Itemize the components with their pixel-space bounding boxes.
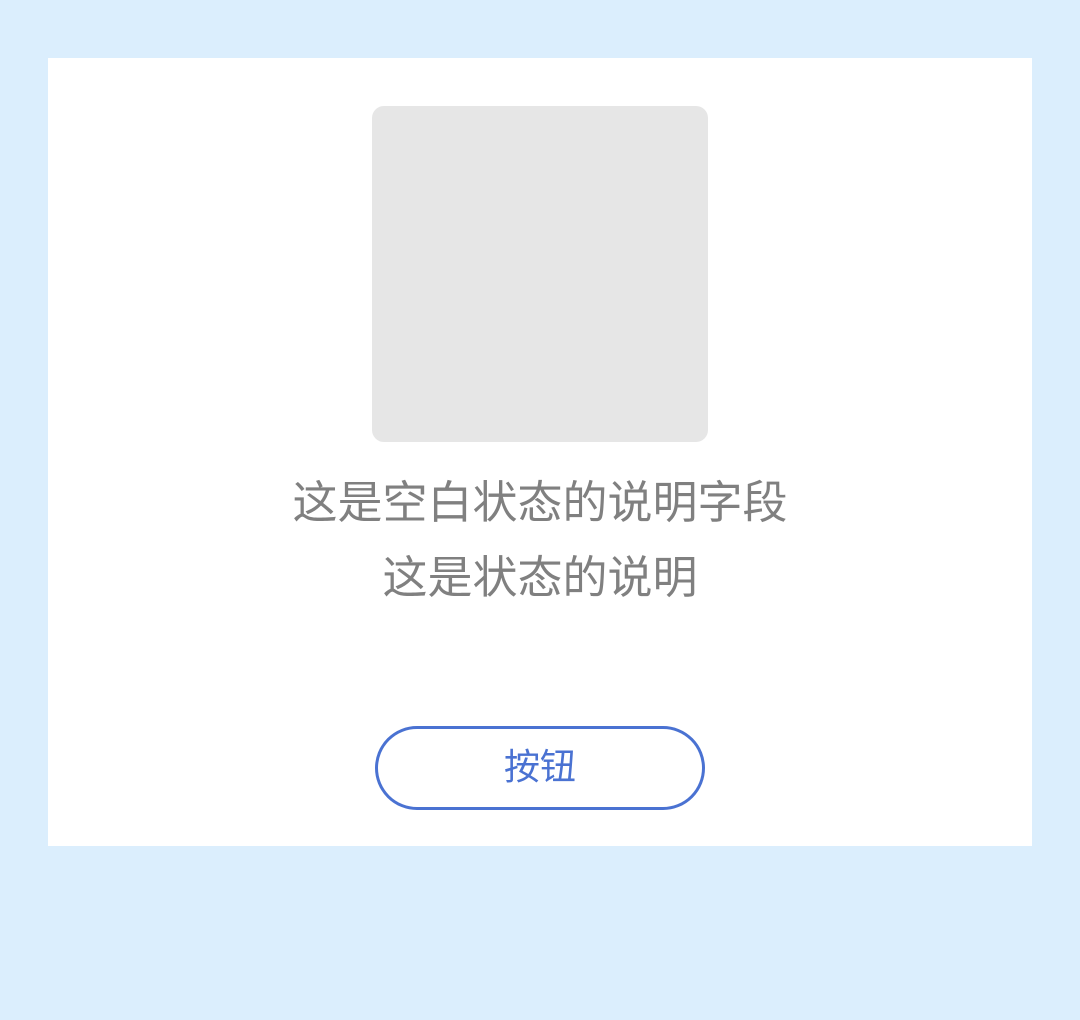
empty-state-description-line-2: 这是状态的说明 [382, 551, 698, 604]
empty-state-image-placeholder [372, 106, 708, 442]
empty-state-description-line-1: 这是空白状态的说明字段 [292, 476, 788, 529]
empty-state-card: 这是空白状态的说明字段 这是状态的说明 按钮 [48, 58, 1032, 846]
empty-state-action-button[interactable]: 按钮 [375, 726, 705, 810]
